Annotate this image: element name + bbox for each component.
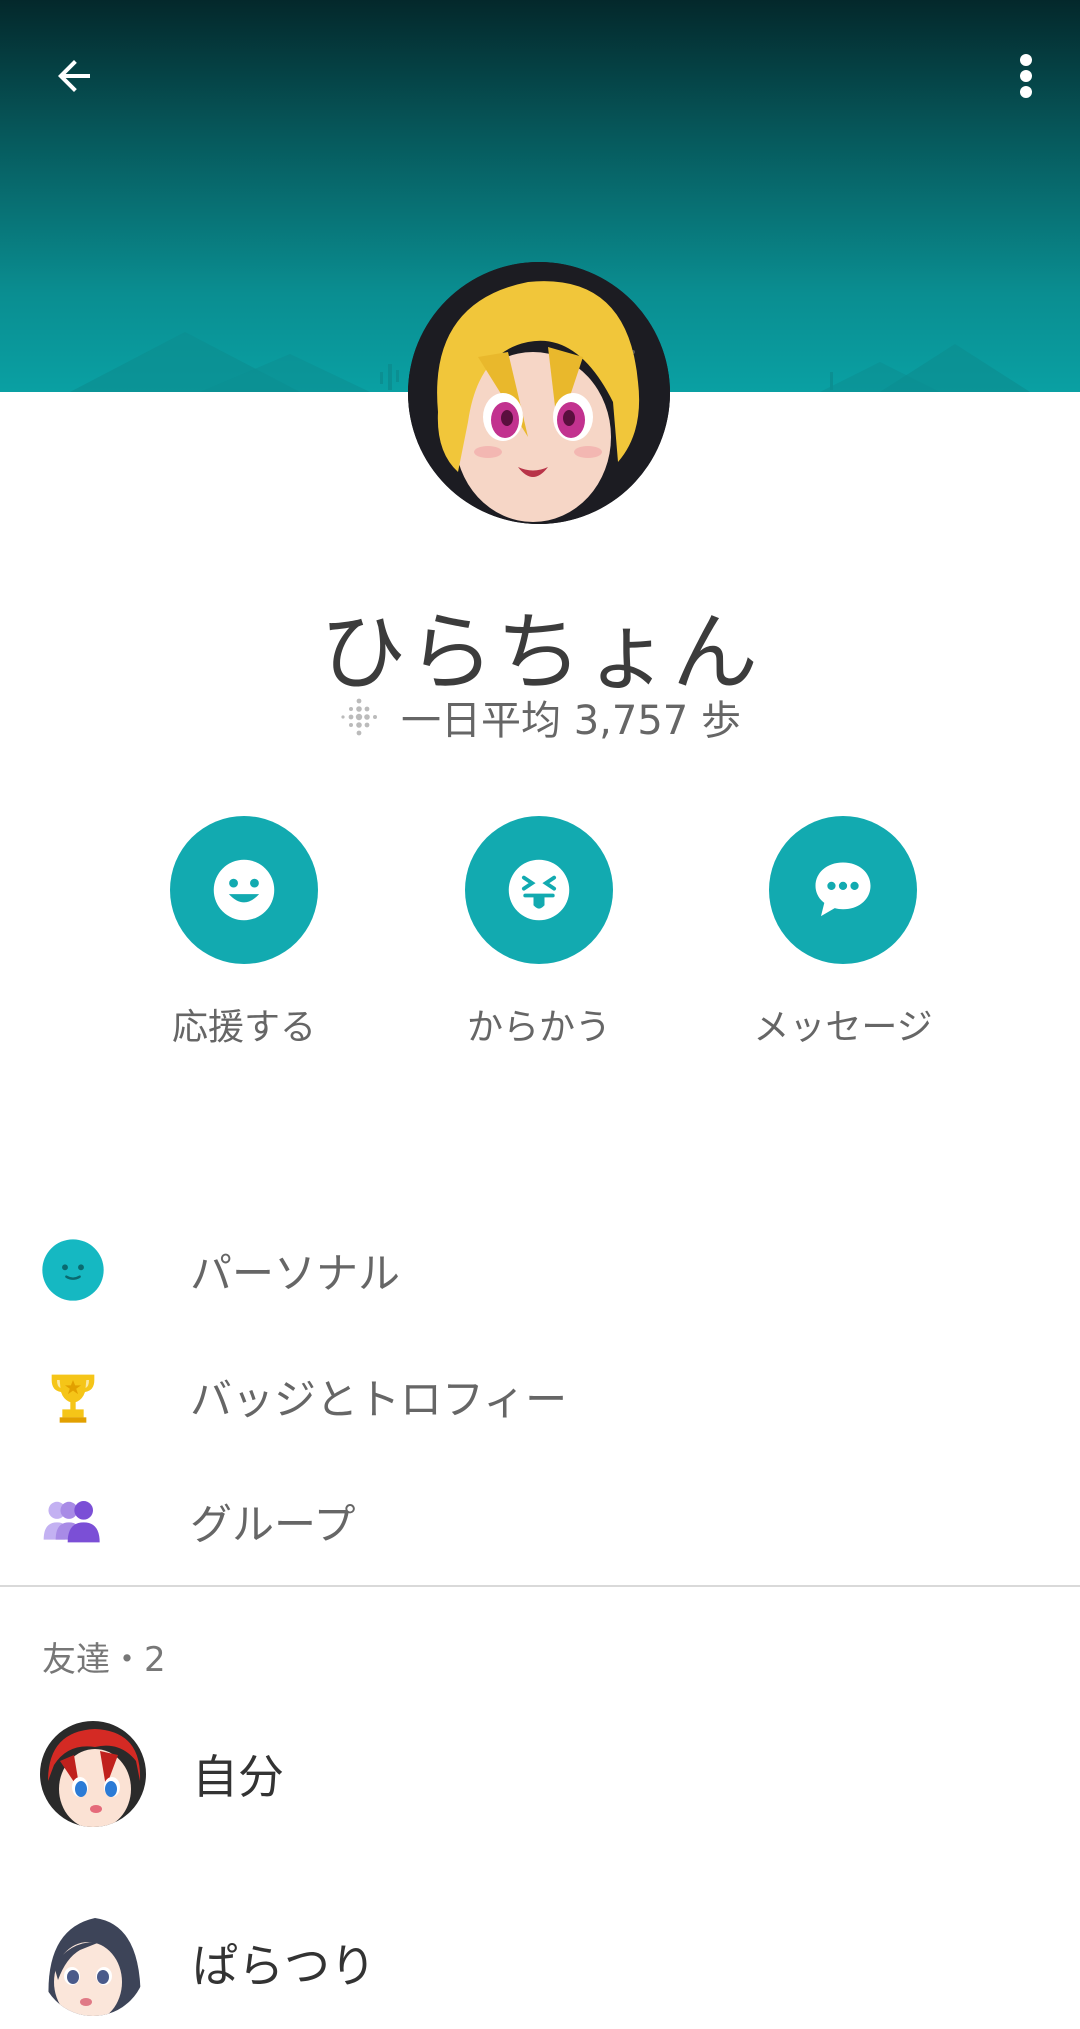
friend-item-self[interactable]: 自分: [0, 1709, 1080, 1839]
average-steps: 一日平均 3,757 歩: [0, 688, 1080, 746]
taunt-action: からかう: [419, 816, 659, 1050]
taunt-label: からかう: [466, 1007, 611, 1048]
more-vert-icon: [1020, 54, 1032, 98]
message-label: メッセージ: [753, 1007, 933, 1048]
friend-name-self: 自分: [192, 1750, 284, 1804]
menu-item-personal[interactable]: パーソナル: [0, 1215, 1080, 1325]
section-divider: [0, 1585, 1080, 1587]
chat-bubble-icon: [815, 862, 871, 917]
tongue-face-icon: [508, 859, 570, 921]
back-button[interactable]: [38, 40, 110, 112]
cheer-action: 応援する: [124, 816, 364, 1050]
steps-text: 一日平均 3,757 歩: [401, 698, 741, 744]
trophy-icon: [40, 1363, 106, 1429]
menu-label-badges-trophies: バッジとトロフィー: [190, 1374, 568, 1424]
profile-avatar: [408, 262, 670, 524]
menu-label-groups: グループ: [190, 1499, 356, 1549]
more-options-button[interactable]: [994, 40, 1058, 112]
friend-name-paratsuri: ぱらつり: [192, 1939, 376, 1993]
smile-icon: [213, 859, 275, 921]
friend-item-paratsuri[interactable]: ぱらつり: [0, 1898, 1080, 2028]
arrow-left-icon: [58, 60, 90, 92]
friend-avatar-self: [40, 1721, 146, 1827]
menu-label-personal: パーソナル: [190, 1248, 401, 1298]
personal-face-icon: [40, 1237, 106, 1303]
message-button[interactable]: [769, 816, 917, 964]
taunt-button[interactable]: [465, 816, 613, 964]
friend-avatar-paratsuri: [40, 1910, 146, 2016]
cheer-button[interactable]: [170, 816, 318, 964]
menu-item-groups[interactable]: グループ: [0, 1466, 1080, 1576]
friends-header: 友達・2: [42, 1640, 166, 1680]
message-action: メッセージ: [723, 816, 963, 1050]
group-icon: [40, 1488, 106, 1554]
menu-item-badges-trophies[interactable]: バッジとトロフィー: [0, 1341, 1080, 1451]
fitbit-dots-icon: [341, 698, 378, 736]
avatar-image: [408, 262, 670, 524]
cheer-label: 応援する: [171, 1007, 316, 1048]
